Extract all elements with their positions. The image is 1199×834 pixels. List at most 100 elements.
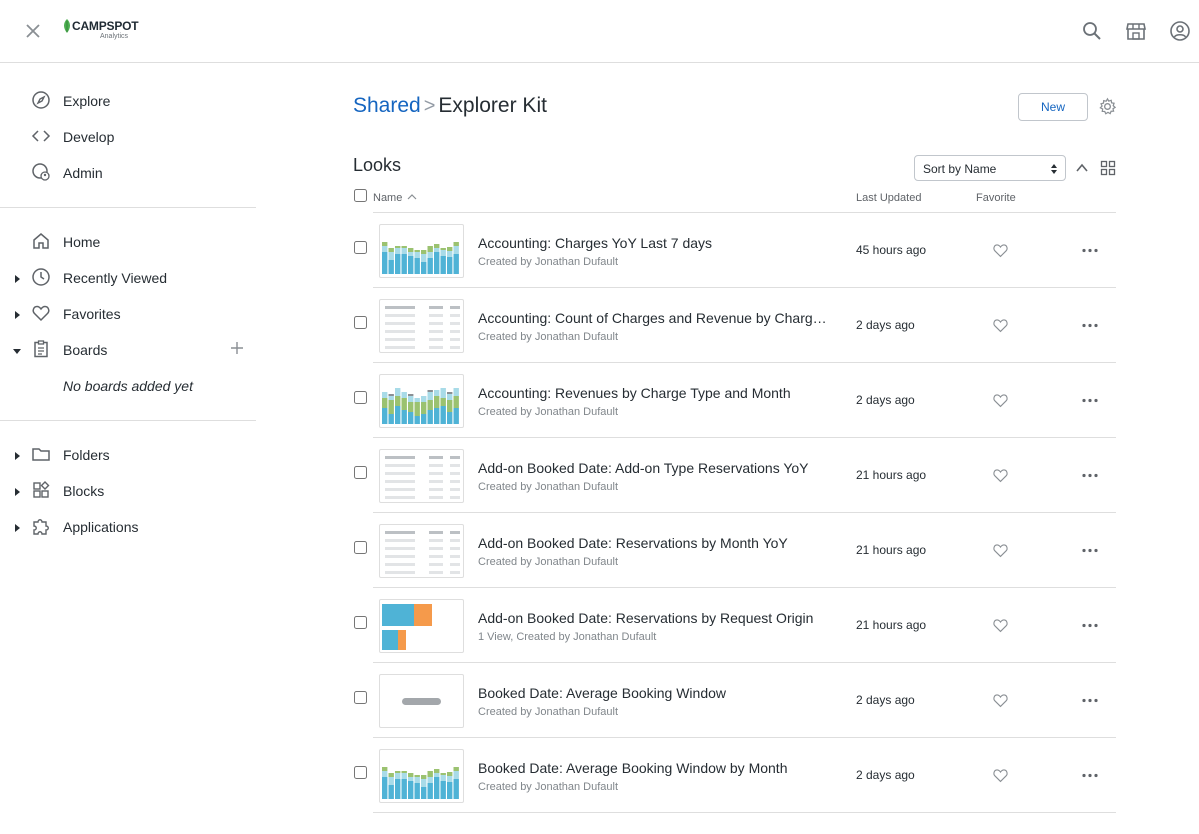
thumbnail-bar	[414, 416, 420, 424]
sidebar-item-blocks[interactable]: Blocks	[0, 473, 256, 509]
breadcrumb-parent-link[interactable]: Shared	[353, 94, 421, 117]
look-thumbnail[interactable]	[379, 674, 464, 728]
more-options-icon[interactable]	[1081, 542, 1099, 559]
sort-direction-icon[interactable]	[1074, 160, 1090, 176]
heart-icon[interactable]	[992, 767, 1009, 784]
caret-right-icon[interactable]	[11, 521, 23, 533]
select-all-checkbox[interactable]	[354, 189, 367, 202]
sidebar-item-favorites[interactable]: Favorites	[0, 296, 256, 332]
look-title-link[interactable]: Accounting: Charges YoY Last 7 days	[478, 235, 712, 251]
heart-icon[interactable]	[992, 692, 1009, 709]
look-title-link[interactable]: Add-on Booked Date: Reservations by Requ…	[478, 610, 813, 626]
new-button[interactable]: New	[1018, 93, 1088, 121]
look-title-link[interactable]: Booked Date: Average Booking Window by M…	[478, 760, 787, 776]
sidebar-item-label: Favorites	[63, 306, 121, 322]
close-icon[interactable]	[22, 20, 44, 42]
table-row[interactable]: Booked Date: Average Booking Window by M…	[353, 738, 1116, 813]
caret-right-icon[interactable]	[11, 449, 23, 461]
thumbnail-bar	[421, 787, 427, 799]
more-options-icon[interactable]	[1081, 692, 1099, 709]
look-thumbnail[interactable]	[379, 374, 464, 428]
more-options-icon[interactable]	[1081, 317, 1099, 334]
caret-right-icon[interactable]	[11, 272, 23, 284]
look-thumbnail[interactable]	[379, 599, 464, 653]
heart-icon[interactable]	[992, 467, 1009, 484]
thumbnail-cell	[385, 555, 415, 558]
caret-right-icon[interactable]	[11, 485, 23, 497]
look-title-link[interactable]: Booked Date: Average Booking Window	[478, 685, 726, 701]
row-checkbox[interactable]	[354, 241, 367, 254]
look-title-link[interactable]: Add-on Booked Date: Reservations by Mont…	[478, 535, 788, 551]
sidebar-item-label: Boards	[63, 342, 108, 358]
thumbnail-graphic	[382, 388, 459, 424]
row-checkbox[interactable]	[354, 541, 367, 554]
more-options-icon[interactable]	[1081, 392, 1099, 409]
look-title-link[interactable]: Accounting: Revenues by Charge Type and …	[478, 385, 791, 401]
thumbnail-bar	[427, 258, 433, 274]
thumbnail-bar	[414, 604, 432, 626]
heart-icon[interactable]	[992, 317, 1009, 334]
table-row[interactable]: Accounting: Count of Charges and Revenue…	[353, 288, 1116, 363]
thumbnail-bar	[447, 394, 453, 400]
look-subtitle: Created by Jonathan Dufault	[478, 781, 619, 793]
thumbnail-cell	[385, 563, 415, 566]
heart-icon[interactable]	[992, 617, 1009, 634]
thumbnail-cell	[450, 456, 460, 459]
table-row[interactable]: Add-on Booked Date: Reservations by Mont…	[353, 513, 1116, 588]
look-title-link[interactable]: Add-on Booked Date: Add-on Type Reservat…	[478, 460, 809, 476]
thumbnail-cell	[385, 456, 415, 459]
look-thumbnail[interactable]	[379, 449, 464, 503]
thumbnail-bar	[440, 406, 446, 424]
gear-icon[interactable]	[1098, 97, 1117, 116]
sidebar-item-folders[interactable]: Folders	[0, 437, 256, 473]
more-options-icon[interactable]	[1081, 767, 1099, 784]
table-row[interactable]: Accounting: Charges YoY Last 7 days Creat…	[353, 213, 1116, 288]
sidebar-item-boards[interactable]: Boards	[0, 332, 256, 368]
thumbnail-bar	[408, 248, 414, 252]
caret-right-icon[interactable]	[11, 308, 23, 320]
column-header-last-updated[interactable]: Last Updated	[856, 192, 921, 204]
heart-icon[interactable]	[992, 242, 1009, 259]
heart-icon[interactable]	[992, 392, 1009, 409]
compass-icon	[31, 90, 51, 110]
heart-icon[interactable]	[992, 542, 1009, 559]
row-checkbox[interactable]	[354, 766, 367, 779]
table-row[interactable]: Add-on Booked Date: Add-on Type Reservat…	[353, 438, 1116, 513]
thumbnail-bar	[388, 396, 394, 400]
more-options-icon[interactable]	[1081, 467, 1099, 484]
row-checkbox[interactable]	[354, 466, 367, 479]
column-header-name[interactable]: Name	[373, 192, 417, 204]
row-checkbox[interactable]	[354, 616, 367, 629]
sidebar-item-home[interactable]: Home	[0, 224, 256, 260]
more-options-icon[interactable]	[1081, 617, 1099, 634]
sidebar-item-recently-viewed[interactable]: Recently Viewed	[0, 260, 256, 296]
search-icon[interactable]	[1081, 20, 1103, 42]
sidebar-item-applications[interactable]: Applications	[0, 509, 256, 545]
sidebar-item-explore[interactable]: Explore	[0, 83, 256, 119]
look-thumbnail[interactable]	[379, 224, 464, 278]
sidebar-item-label: Applications	[63, 519, 139, 535]
account-icon[interactable]	[1169, 20, 1191, 42]
sort-select[interactable]: Sort by Name	[914, 155, 1066, 181]
table-row[interactable]: Accounting: Revenues by Charge Type and …	[353, 363, 1116, 438]
look-thumbnail[interactable]	[379, 299, 464, 353]
grid-view-icon[interactable]	[1100, 160, 1116, 176]
look-thumbnail[interactable]	[379, 524, 464, 578]
marketplace-icon[interactable]	[1125, 20, 1147, 42]
thumbnail-bar	[427, 392, 433, 400]
more-options-icon[interactable]	[1081, 242, 1099, 259]
row-checkbox[interactable]	[354, 391, 367, 404]
add-board-icon[interactable]	[228, 339, 246, 357]
caret-down-icon[interactable]	[11, 344, 23, 356]
look-thumbnail[interactable]	[379, 749, 464, 803]
thumbnail-cell	[429, 555, 443, 558]
table-row[interactable]: Booked Date: Average Booking Window Creat…	[353, 663, 1116, 738]
sidebar-item-admin[interactable]: Admin	[0, 155, 256, 191]
thumbnail-bar	[421, 414, 427, 424]
table-row[interactable]: Add-on Booked Date: Reservations by Requ…	[353, 588, 1116, 663]
look-title-link[interactable]: Accounting: Count of Charges and Revenue…	[478, 310, 833, 326]
sidebar-item-develop[interactable]: Develop	[0, 119, 256, 155]
row-checkbox[interactable]	[354, 691, 367, 704]
admin-icon	[31, 162, 51, 182]
row-checkbox[interactable]	[354, 316, 367, 329]
